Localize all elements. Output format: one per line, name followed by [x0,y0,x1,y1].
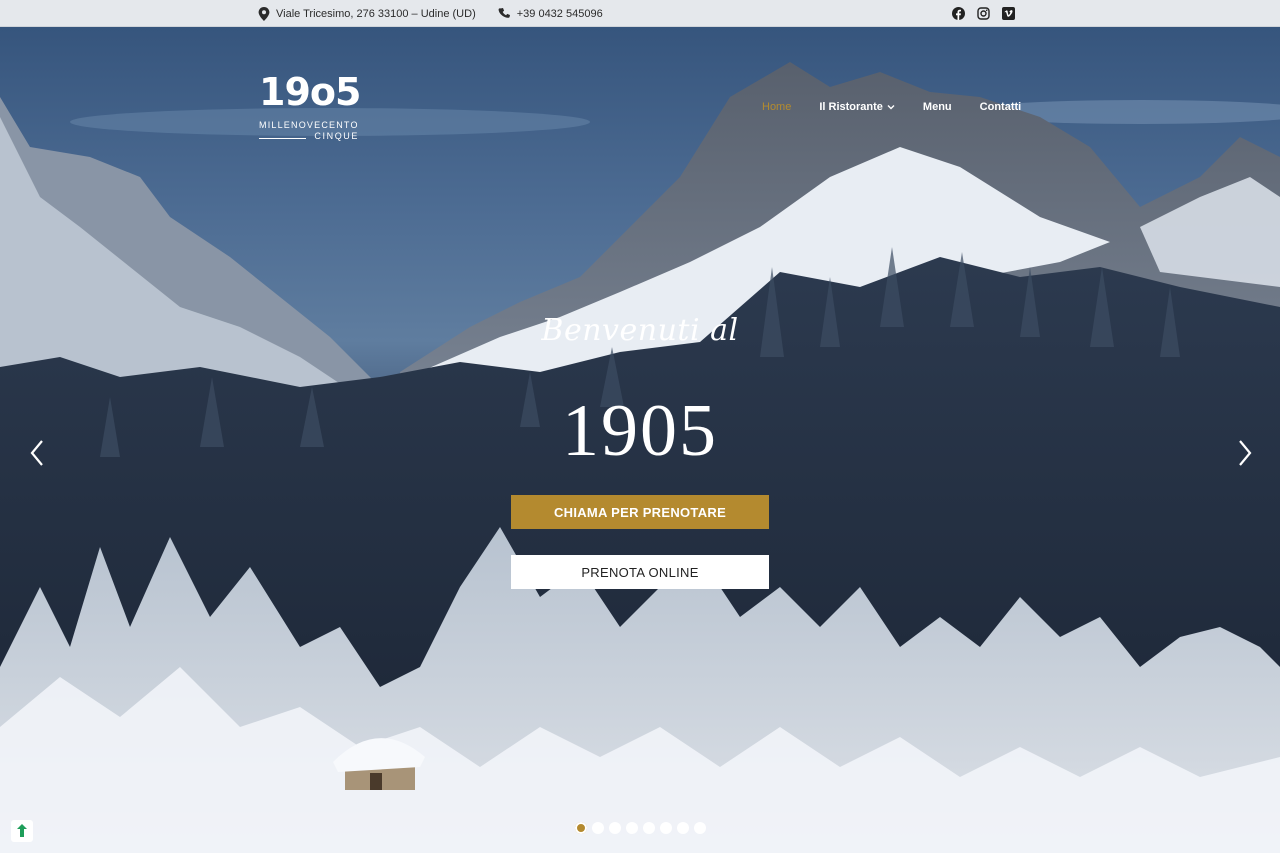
top-contact-bar: Viale Tricesimo, 276 33100 – Udine (UD) … [0,0,1280,27]
instagram-icon[interactable] [977,7,990,20]
hero-slider: 19o5 MILLENOVECENTO CINQUE Home Il Risto… [0,27,1280,853]
hero-year-title: 1905 [562,390,718,472]
slider-dot[interactable] [575,822,587,834]
slider-dot[interactable] [694,822,706,834]
book-online-button[interactable]: PRENOTA ONLINE [511,555,769,589]
chevron-down-icon [887,101,895,113]
logo-number: 19o5 [259,70,361,114]
vimeo-icon[interactable] [1002,7,1015,20]
nav-item-il-ristorante[interactable]: Il Ristorante [819,101,895,113]
slider-dot[interactable] [643,822,655,834]
slider-dot[interactable] [626,822,638,834]
logo-line1: MILLENOVECENTO [259,120,359,130]
nav-item-label: Menu [922,101,952,113]
nav-item-label: Contatti [979,101,1022,113]
site-logo[interactable]: 19o5 MILLENOVECENTO CINQUE [259,70,361,141]
location-pin-icon [258,6,270,21]
nav-item-label: Home [762,101,792,113]
address-text: Viale Tricesimo, 276 33100 – Udine (UD) [276,7,476,20]
accessibility-widget-icon[interactable] [11,820,33,842]
slider-pagination [575,822,706,834]
logo-rule [259,138,306,139]
slider-next-arrow-icon[interactable] [1234,439,1254,467]
social-links [952,0,1015,27]
nav-item-menu[interactable]: Menu [923,101,952,113]
nav-item-contatti[interactable]: Contatti [980,101,1022,113]
main-nav: Home Il Ristorante Menu Contatti [762,101,1049,113]
slider-dot[interactable] [677,822,689,834]
nav-item-label: Il Ristorante [819,101,883,113]
slider-dot[interactable] [592,822,604,834]
phone-icon [498,7,511,20]
facebook-icon[interactable] [952,7,965,20]
logo-line2: CINQUE [314,131,359,141]
slider-dot[interactable] [609,822,621,834]
phone-link[interactable]: +39 0432 545096 [517,8,603,20]
slider-prev-arrow-icon[interactable] [28,439,48,467]
nav-item-home[interactable]: Home [762,101,791,113]
hero-welcome-text: Benvenuti al [541,313,739,348]
slider-dot[interactable] [660,822,672,834]
call-to-book-button[interactable]: CHIAMA PER PRENOTARE [511,495,769,529]
contact-info: Viale Tricesimo, 276 33100 – Udine (UD) … [258,0,603,27]
